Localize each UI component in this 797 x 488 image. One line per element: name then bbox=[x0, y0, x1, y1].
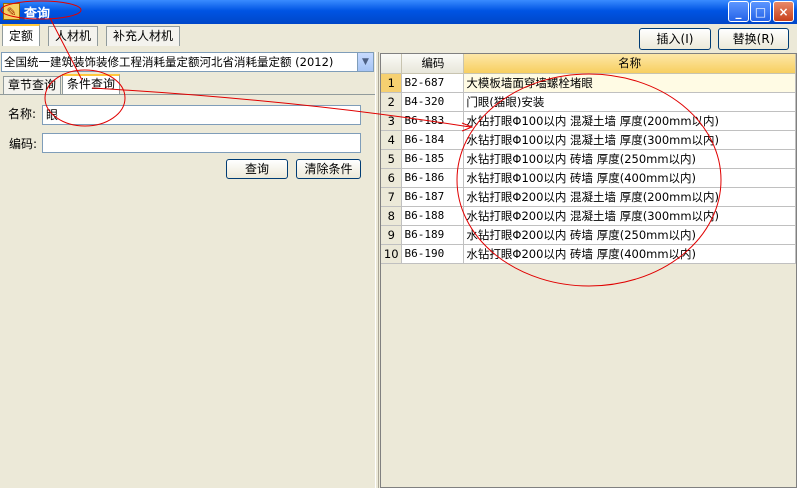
code-label: 编码: bbox=[9, 137, 38, 151]
quota-library-select[interactable]: 全国统一建筑装饰装修工程消耗量定额河北省消耗量定额 (2012) ▼ bbox=[1, 52, 374, 72]
row-number-cell: 8 bbox=[381, 206, 403, 226]
name-cell[interactable]: 水钻打眼Φ100以内 混凝土墙 厚度(200mm以内) bbox=[463, 111, 796, 131]
row-number-header bbox=[381, 54, 403, 74]
name-cell[interactable]: 水钻打眼Φ200以内 混凝土墙 厚度(200mm以内) bbox=[463, 187, 796, 207]
query-button[interactable]: 查询 bbox=[226, 159, 288, 179]
tab-labor-material-machine[interactable]: 人材机 bbox=[48, 26, 99, 46]
panel-splitter[interactable] bbox=[375, 52, 379, 488]
table-row[interactable]: 3 B6-183 水钻打眼Φ100以内 混凝土墙 厚度(200mm以内) bbox=[381, 111, 796, 131]
insert-button[interactable]: 插入(I) bbox=[639, 28, 711, 50]
code-cell[interactable]: B6-189 bbox=[401, 225, 465, 245]
row-number-cell: 4 bbox=[381, 130, 403, 150]
code-cell[interactable]: B4-320 bbox=[401, 92, 465, 112]
row-number-cell: 7 bbox=[381, 187, 403, 207]
maximize-button[interactable]: □ bbox=[750, 1, 771, 22]
table-row[interactable]: 6 B6-186 水钻打眼Φ100以内 砖墙 厚度(400mm以内) bbox=[381, 168, 796, 188]
table-row[interactable]: 10 B6-190 水钻打眼Φ200以内 砖墙 厚度(400mm以内) bbox=[381, 244, 796, 264]
name-cell[interactable]: 水钻打眼Φ100以内 砖墙 厚度(400mm以内) bbox=[463, 168, 796, 188]
result-grid: 编码 名称 1 B2-687 大模板墙面穿墙螺栓堵眼 2 B4-320 门眼(猫眼)安装 3… bbox=[380, 53, 797, 488]
name-input[interactable]: 眼 bbox=[42, 105, 361, 125]
table-row[interactable]: 2 B4-320 门眼(猫眼)安装 bbox=[381, 92, 796, 112]
clear-conditions-button[interactable]: 清除条件 bbox=[296, 159, 361, 179]
tab-condition-query[interactable]: 条件查询 bbox=[62, 74, 121, 95]
row-number-cell: 1 bbox=[381, 73, 403, 93]
close-button[interactable]: × bbox=[773, 1, 794, 22]
code-cell[interactable]: B6-185 bbox=[401, 149, 465, 169]
table-row[interactable]: 5 B6-185 水钻打眼Φ100以内 砖墙 厚度(250mm以内) bbox=[381, 149, 796, 169]
name-cell[interactable]: 水钻打眼Φ100以内 砖墙 厚度(250mm以内) bbox=[463, 149, 796, 169]
code-cell[interactable]: B6-188 bbox=[401, 206, 465, 226]
result-table: 编码 名称 1 B2-687 大模板墙面穿墙螺栓堵眼 2 B4-320 门眼(猫眼)安装 3… bbox=[381, 54, 796, 264]
tab-quota[interactable]: 定额 bbox=[2, 24, 41, 46]
table-row[interactable]: 8 B6-188 水钻打眼Φ200以内 混凝土墙 厚度(300mm以内) bbox=[381, 206, 796, 226]
row-number-cell: 5 bbox=[381, 149, 403, 169]
name-cell[interactable]: 水钻打眼Φ200以内 混凝土墙 厚度(300mm以内) bbox=[463, 206, 796, 226]
title-bar: ✎ 查询 _ □ × bbox=[0, 0, 797, 24]
code-input[interactable] bbox=[42, 133, 361, 153]
code-cell[interactable]: B6-186 bbox=[401, 168, 465, 188]
row-number-cell: 9 bbox=[381, 225, 403, 245]
window-title: 查询 bbox=[24, 7, 51, 22]
condition-query-panel: 名称: 眼 编码: 查询 清除条件 bbox=[0, 94, 375, 488]
replace-button[interactable]: 替换(R) bbox=[718, 28, 789, 50]
column-header-name[interactable]: 名称 bbox=[463, 54, 796, 74]
name-cell[interactable]: 门眼(猫眼)安装 bbox=[463, 92, 796, 112]
table-row[interactable]: 7 B6-187 水钻打眼Φ200以内 混凝土墙 厚度(200mm以内) bbox=[381, 187, 796, 207]
code-cell[interactable]: B6-183 bbox=[401, 111, 465, 131]
minimize-button[interactable]: _ bbox=[728, 1, 749, 22]
name-cell[interactable]: 大模板墙面穿墙螺栓堵眼 bbox=[463, 73, 796, 93]
quota-library-value: 全国统一建筑装饰装修工程消耗量定额河北省消耗量定额 (2012) bbox=[4, 55, 334, 69]
row-number-cell: 2 bbox=[381, 92, 403, 112]
code-cell[interactable]: B6-187 bbox=[401, 187, 465, 207]
row-number-cell: 10 bbox=[381, 244, 403, 264]
row-number-cell: 3 bbox=[381, 111, 403, 131]
table-header-row: 编码 名称 bbox=[381, 54, 796, 74]
row-number-cell: 6 bbox=[381, 168, 403, 188]
chevron-down-icon[interactable]: ▼ bbox=[357, 53, 373, 71]
table-body: 1 B2-687 大模板墙面穿墙螺栓堵眼 2 B4-320 门眼(猫眼)安装 3 B6-183… bbox=[381, 73, 796, 264]
tab-chapter-query[interactable]: 章节查询 bbox=[3, 76, 62, 95]
name-cell[interactable]: 水钻打眼Φ100以内 混凝土墙 厚度(300mm以内) bbox=[463, 130, 796, 150]
table-row[interactable]: 1 B2-687 大模板墙面穿墙螺栓堵眼 bbox=[381, 73, 796, 93]
table-row[interactable]: 4 B6-184 水钻打眼Φ100以内 混凝土墙 厚度(300mm以内) bbox=[381, 130, 796, 150]
name-label: 名称: bbox=[8, 107, 37, 121]
name-cell[interactable]: 水钻打眼Φ200以内 砖墙 厚度(250mm以内) bbox=[463, 225, 796, 245]
code-cell[interactable]: B6-184 bbox=[401, 130, 465, 150]
name-cell[interactable]: 水钻打眼Φ200以内 砖墙 厚度(400mm以内) bbox=[463, 244, 796, 264]
app-icon: ✎ bbox=[3, 3, 20, 20]
code-cell[interactable]: B6-190 bbox=[401, 244, 465, 264]
code-cell[interactable]: B2-687 bbox=[401, 73, 465, 93]
tab-supplement-labor-material-machine[interactable]: 补充人材机 bbox=[106, 26, 181, 46]
column-header-code[interactable]: 编码 bbox=[401, 54, 465, 74]
table-row[interactable]: 9 B6-189 水钻打眼Φ200以内 砖墙 厚度(250mm以内) bbox=[381, 225, 796, 245]
